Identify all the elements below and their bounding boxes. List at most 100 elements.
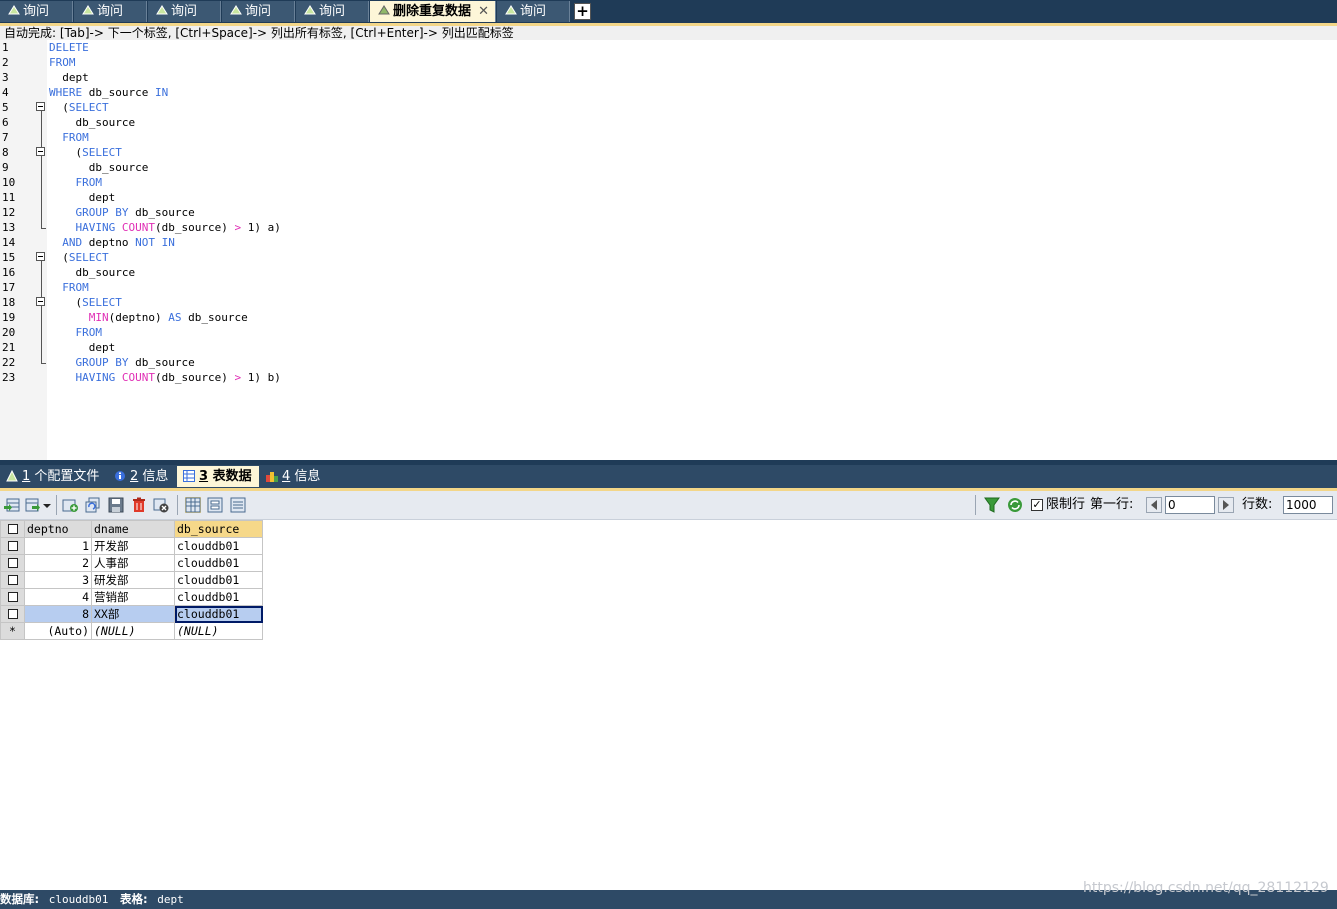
column-header-dname[interactable]: dname: [91, 520, 175, 538]
query-tab-2[interactable]: 询问: [74, 1, 147, 22]
cell-deptno[interactable]: (Auto): [24, 622, 92, 640]
database-value: clouddb01: [48, 893, 109, 906]
new-row[interactable]: * (Auto) (NULL) (NULL): [0, 622, 263, 640]
grid-view-icon[interactable]: [185, 497, 201, 513]
cell-dname[interactable]: XX部: [91, 605, 175, 623]
add-tab-button[interactable]: +: [574, 3, 591, 20]
cell-db-source[interactable]: clouddb01: [174, 554, 263, 572]
duplicate-row-icon[interactable]: [85, 497, 101, 513]
save-icon[interactable]: [108, 497, 124, 513]
cell-deptno[interactable]: 8: [24, 605, 92, 623]
cell-deptno[interactable]: 1: [24, 537, 92, 555]
cell-db-source[interactable]: clouddb01: [174, 537, 263, 555]
row-selector[interactable]: [0, 537, 25, 555]
query-tab-label: 询问: [319, 4, 346, 19]
fold-toggle-icon[interactable]: [36, 102, 45, 111]
export-icon[interactable]: [4, 497, 20, 513]
row-selector[interactable]: [0, 605, 25, 623]
cell-db-source[interactable]: clouddb01: [174, 588, 263, 606]
cell-dname[interactable]: 研发部: [91, 571, 175, 589]
code-line-1: DELETE: [49, 41, 89, 54]
tab-label: 信息: [290, 469, 321, 484]
watermark: https://blog.csdn.net/qq_28112129: [1083, 880, 1329, 896]
cell-dname[interactable]: 人事部: [91, 554, 175, 572]
fold-guide-end: [41, 363, 46, 364]
column-header-db-source[interactable]: db_source: [174, 520, 263, 538]
close-tab-icon[interactable]: ✕: [478, 1, 489, 22]
query-tab-label: 询问: [171, 4, 198, 19]
first-row-label: 第一行:: [1090, 497, 1134, 512]
table-row-selected[interactable]: 8 XX部 clouddb01: [0, 605, 263, 623]
table-value: dept: [157, 893, 184, 906]
cell-dname[interactable]: (NULL): [91, 622, 175, 640]
query-tab-7[interactable]: 询问: [497, 1, 570, 22]
tab-profiles[interactable]: 1 个配置文件: [0, 466, 108, 487]
column-header-deptno[interactable]: deptno: [24, 520, 92, 538]
line-number: 21: [2, 341, 16, 354]
limit-rows-checkbox[interactable]: ✓: [1031, 499, 1043, 511]
add-row-icon[interactable]: [62, 497, 78, 513]
row-checkbox[interactable]: [7, 541, 18, 551]
fold-toggle-icon[interactable]: [36, 147, 45, 156]
cell-dname[interactable]: 开发部: [91, 537, 175, 555]
cancel-changes-icon[interactable]: [153, 497, 169, 513]
cell-deptno[interactable]: 4: [24, 588, 92, 606]
row-selector[interactable]: [0, 571, 25, 589]
first-row-input[interactable]: 0: [1165, 496, 1215, 514]
query-tab-1[interactable]: 询问: [0, 1, 73, 22]
cell-db-source[interactable]: (NULL): [174, 622, 263, 640]
table-row[interactable]: 1 开发部 clouddb01: [0, 537, 263, 555]
query-tab-3[interactable]: 询问: [148, 1, 221, 22]
rows-count-label: 行数:: [1242, 497, 1273, 512]
line-number: 5: [2, 101, 9, 114]
code-line-22: GROUP BY db_source: [75, 356, 195, 369]
table-row[interactable]: 3 研发部 clouddb01: [0, 571, 263, 589]
fold-toggle-icon[interactable]: [36, 252, 45, 261]
rows-count-input[interactable]: 1000: [1283, 496, 1333, 514]
cell-db-source-focused[interactable]: clouddb01: [174, 605, 263, 623]
query-tab-5[interactable]: 询问: [296, 1, 369, 22]
grid-header-row: deptno dname db_source: [0, 520, 263, 538]
cell-deptno[interactable]: 2: [24, 554, 92, 572]
cell-db-source[interactable]: clouddb01: [174, 571, 263, 589]
tab-info-1[interactable]: 2 信息: [108, 466, 177, 487]
toolbar-divider: [177, 495, 178, 515]
code-line-2: FROM: [49, 56, 76, 69]
row-checkbox[interactable]: [7, 558, 18, 568]
fold-guide-end: [41, 228, 46, 229]
code-line-15: (SELECT: [49, 251, 109, 264]
cell-dname[interactable]: 营销部: [91, 588, 175, 606]
tab-table-data[interactable]: 3 表数据: [177, 466, 259, 487]
tab-info-2[interactable]: 4 信息: [260, 466, 328, 487]
refresh-icon[interactable]: [1007, 497, 1023, 513]
fold-toggle-icon[interactable]: [36, 297, 45, 306]
filter-icon[interactable]: [984, 497, 1000, 513]
table-row[interactable]: 4 营销部 clouddb01: [0, 588, 263, 606]
text-view-icon[interactable]: [230, 497, 246, 513]
row-checkbox[interactable]: [7, 609, 18, 619]
fold-guide: [41, 261, 42, 363]
select-all-checkbox[interactable]: [7, 524, 18, 534]
table-row[interactable]: 2 人事部 clouddb01: [0, 554, 263, 572]
row-selector[interactable]: [0, 588, 25, 606]
next-page-icon[interactable]: [1218, 497, 1234, 513]
delete-icon[interactable]: [131, 497, 147, 513]
form-view-icon[interactable]: [207, 497, 223, 513]
code-line-9: db_source: [49, 161, 149, 174]
cell-deptno[interactable]: 3: [24, 571, 92, 589]
row-checkbox[interactable]: [7, 592, 18, 602]
query-tab-4[interactable]: 询问: [222, 1, 295, 22]
query-tab-active[interactable]: 删除重复数据 ✕: [370, 1, 496, 22]
row-checkbox[interactable]: [7, 575, 18, 585]
line-number: 10: [2, 176, 16, 189]
row-selector[interactable]: [0, 554, 25, 572]
result-tab-bar: 1 个配置文件 2 信息 3 表数据 4 信息: [0, 465, 1337, 488]
table-data-icon: [183, 470, 195, 482]
line-number: 15: [2, 251, 16, 264]
import-icon[interactable]: [25, 497, 41, 513]
query-tab-label: 询问: [245, 4, 272, 19]
select-all-cell[interactable]: [0, 520, 25, 538]
chevron-down-icon[interactable]: [42, 497, 52, 513]
toolbar-divider: [56, 495, 57, 515]
previous-page-icon[interactable]: [1146, 497, 1162, 513]
